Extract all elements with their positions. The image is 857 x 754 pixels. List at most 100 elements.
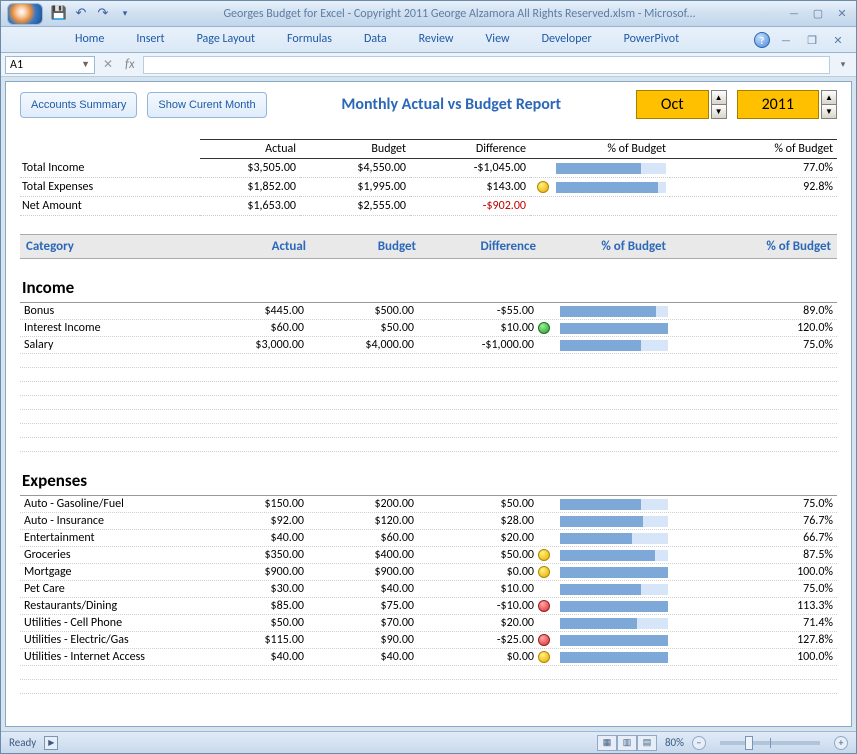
data-row[interactable]: Auto - Gasoline/Fuel $150.00 $200.00 $50… xyxy=(20,496,837,513)
row-diff: -$25.00 xyxy=(414,633,534,647)
row-pct: 100.0% xyxy=(674,565,833,579)
summary-col-budget: Budget xyxy=(300,140,410,159)
row-label: Auto - Insurance xyxy=(24,514,204,528)
zoom-out-button[interactable]: − xyxy=(692,736,706,750)
row-pct: 113.3% xyxy=(674,599,833,613)
summary-row[interactable]: Total Expenses $1,852.00 $1,995.00 $143.… xyxy=(20,178,837,197)
row-diff: -$10.00 xyxy=(414,599,534,613)
month-up-button[interactable]: ▲ xyxy=(712,91,726,105)
pct-bar xyxy=(560,340,668,351)
data-row[interactable]: Interest Income $60.00 $50.00 $10.00 120… xyxy=(20,320,837,337)
data-row[interactable]: Bonus $445.00 $500.00 -$55.00 89.0% xyxy=(20,303,837,320)
data-row[interactable]: Pet Care $30.00 $40.00 $10.00 75.0% xyxy=(20,581,837,598)
workbook-close-button[interactable]: ✕ xyxy=(828,31,848,49)
ribbon-tab-developer[interactable]: Developer xyxy=(528,28,606,52)
ribbon-tab-review[interactable]: Review xyxy=(405,28,468,52)
row-actual: $3,000.00 xyxy=(204,338,304,352)
data-row[interactable]: Entertainment $40.00 $60.00 $20.00 66.7% xyxy=(20,530,837,547)
normal-view-button[interactable]: ▦ xyxy=(597,735,617,751)
cat-col-budget: Budget xyxy=(306,239,416,254)
year-down-button[interactable]: ▼ xyxy=(822,105,836,118)
close-button[interactable]: ✕ xyxy=(832,5,852,23)
row-budget: $900.00 xyxy=(304,565,414,579)
formula-expand-icon[interactable]: ▾ xyxy=(834,59,852,70)
ribbon-tab-formulas[interactable]: Formulas xyxy=(273,28,346,52)
zoom-level[interactable]: 80% xyxy=(665,736,684,749)
office-button[interactable] xyxy=(7,3,43,25)
row-diff: $50.00 xyxy=(414,497,534,511)
pct-bar xyxy=(560,306,668,317)
cat-col-actual: Actual xyxy=(206,239,306,254)
pct-bar xyxy=(560,323,668,334)
qat-customize-icon[interactable]: ▾ xyxy=(115,4,135,24)
name-box-dropdown-icon[interactable]: ▼ xyxy=(81,59,90,70)
ribbon-tab-pagelayout[interactable]: Page Layout xyxy=(183,28,269,52)
pagebreak-view-button[interactable]: ▤ xyxy=(637,735,657,751)
cancel-icon[interactable]: ✕ xyxy=(99,57,117,72)
row-budget: $40.00 xyxy=(304,650,414,664)
data-row[interactable]: Mortgage $900.00 $900.00 $0.00 100.0% xyxy=(20,564,837,581)
row-pct: 75.0% xyxy=(674,582,833,596)
blank-row xyxy=(20,382,837,396)
ribbon-tab-data[interactable]: Data xyxy=(350,28,401,52)
report-controls: Accounts Summary Show Curent Month Month… xyxy=(20,90,837,119)
name-box[interactable]: A1 ▼ xyxy=(5,56,95,74)
data-row[interactable]: Restaurants/Dining $85.00 $75.00 -$10.00… xyxy=(20,598,837,615)
data-row[interactable]: Utilities - Cell Phone $50.00 $70.00 $20… xyxy=(20,615,837,632)
workbook-restore-button[interactable]: ❐ xyxy=(802,31,822,49)
redo-icon[interactable]: ↷ xyxy=(93,4,113,24)
row-label: Interest Income xyxy=(24,321,204,335)
data-row[interactable]: Groceries $350.00 $400.00 $50.00 87.5% xyxy=(20,547,837,564)
status-indicator-icon xyxy=(538,600,550,612)
formula-input[interactable] xyxy=(143,56,830,74)
ribbon: Home Insert Page Layout Formulas Data Re… xyxy=(1,27,856,53)
ribbon-tab-insert[interactable]: Insert xyxy=(122,28,178,52)
summary-col-actual: Actual xyxy=(200,140,300,159)
workbook-minimize-button[interactable]: — xyxy=(776,31,796,49)
data-row[interactable]: Utilities - Internet Access $40.00 $40.0… xyxy=(20,649,837,666)
row-actual: $115.00 xyxy=(204,633,304,647)
pagelayout-view-button[interactable]: ▥ xyxy=(617,735,637,751)
ribbon-tab-home[interactable]: Home xyxy=(61,28,118,52)
pct-bar xyxy=(556,182,666,193)
minimize-button[interactable]: — xyxy=(784,5,804,23)
worksheet[interactable]: Accounts Summary Show Curent Month Month… xyxy=(5,81,852,727)
blank-row xyxy=(20,368,837,382)
data-row[interactable]: Utilities - Electric/Gas $115.00 $90.00 … xyxy=(20,632,837,649)
data-row[interactable]: Salary $3,000.00 $4,000.00 -$1,000.00 75… xyxy=(20,337,837,354)
row-actual: $150.00 xyxy=(204,497,304,511)
month-down-button[interactable]: ▼ xyxy=(712,105,726,118)
row-pct: 75.0% xyxy=(674,497,833,511)
accounts-summary-button[interactable]: Accounts Summary xyxy=(20,92,137,118)
year-up-button[interactable]: ▲ xyxy=(822,91,836,105)
save-icon[interactable]: 💾 xyxy=(49,4,69,24)
report-title: Monthly Actual vs Budget Report xyxy=(277,95,626,114)
ribbon-tab-view[interactable]: View xyxy=(472,28,524,52)
row-actual: $30.00 xyxy=(204,582,304,596)
macro-record-icon[interactable]: ▶ xyxy=(44,736,58,750)
year-selector: 2011 ▲ ▼ xyxy=(737,90,837,119)
summary-row[interactable]: Total Income $3,505.00 $4,550.00 -$1,045… xyxy=(20,159,837,178)
status-ready: Ready xyxy=(9,736,36,749)
data-row[interactable]: Auto - Insurance $92.00 $120.00 $28.00 7… xyxy=(20,513,837,530)
maximize-button[interactable]: ▢ xyxy=(808,5,828,23)
summary-table: Actual Budget Difference % of Budget % o… xyxy=(20,139,837,216)
zoom-in-button[interactable]: + xyxy=(834,736,848,750)
ribbon-tab-powerpivot[interactable]: PowerPivot xyxy=(610,28,693,52)
help-icon[interactable]: ? xyxy=(754,32,770,48)
row-budget: $75.00 xyxy=(304,599,414,613)
undo-icon[interactable]: ↶ xyxy=(71,4,91,24)
pct-bar xyxy=(560,499,668,510)
status-indicator-icon xyxy=(538,549,550,561)
pct-bar xyxy=(560,584,668,595)
pct-bar xyxy=(560,652,668,663)
zoom-thumb[interactable] xyxy=(745,736,753,750)
category-header: Category Actual Budget Difference % of B… xyxy=(20,234,837,259)
summary-row[interactable]: Net Amount $1,653.00 $2,555.00 -$902.00 xyxy=(20,197,837,216)
row-actual: $40.00 xyxy=(204,650,304,664)
row-diff: -$1,000.00 xyxy=(414,338,534,352)
blank-row xyxy=(20,666,837,680)
show-current-month-button[interactable]: Show Curent Month xyxy=(147,92,266,118)
fx-icon[interactable]: fx xyxy=(121,57,139,72)
zoom-slider[interactable] xyxy=(720,741,820,745)
